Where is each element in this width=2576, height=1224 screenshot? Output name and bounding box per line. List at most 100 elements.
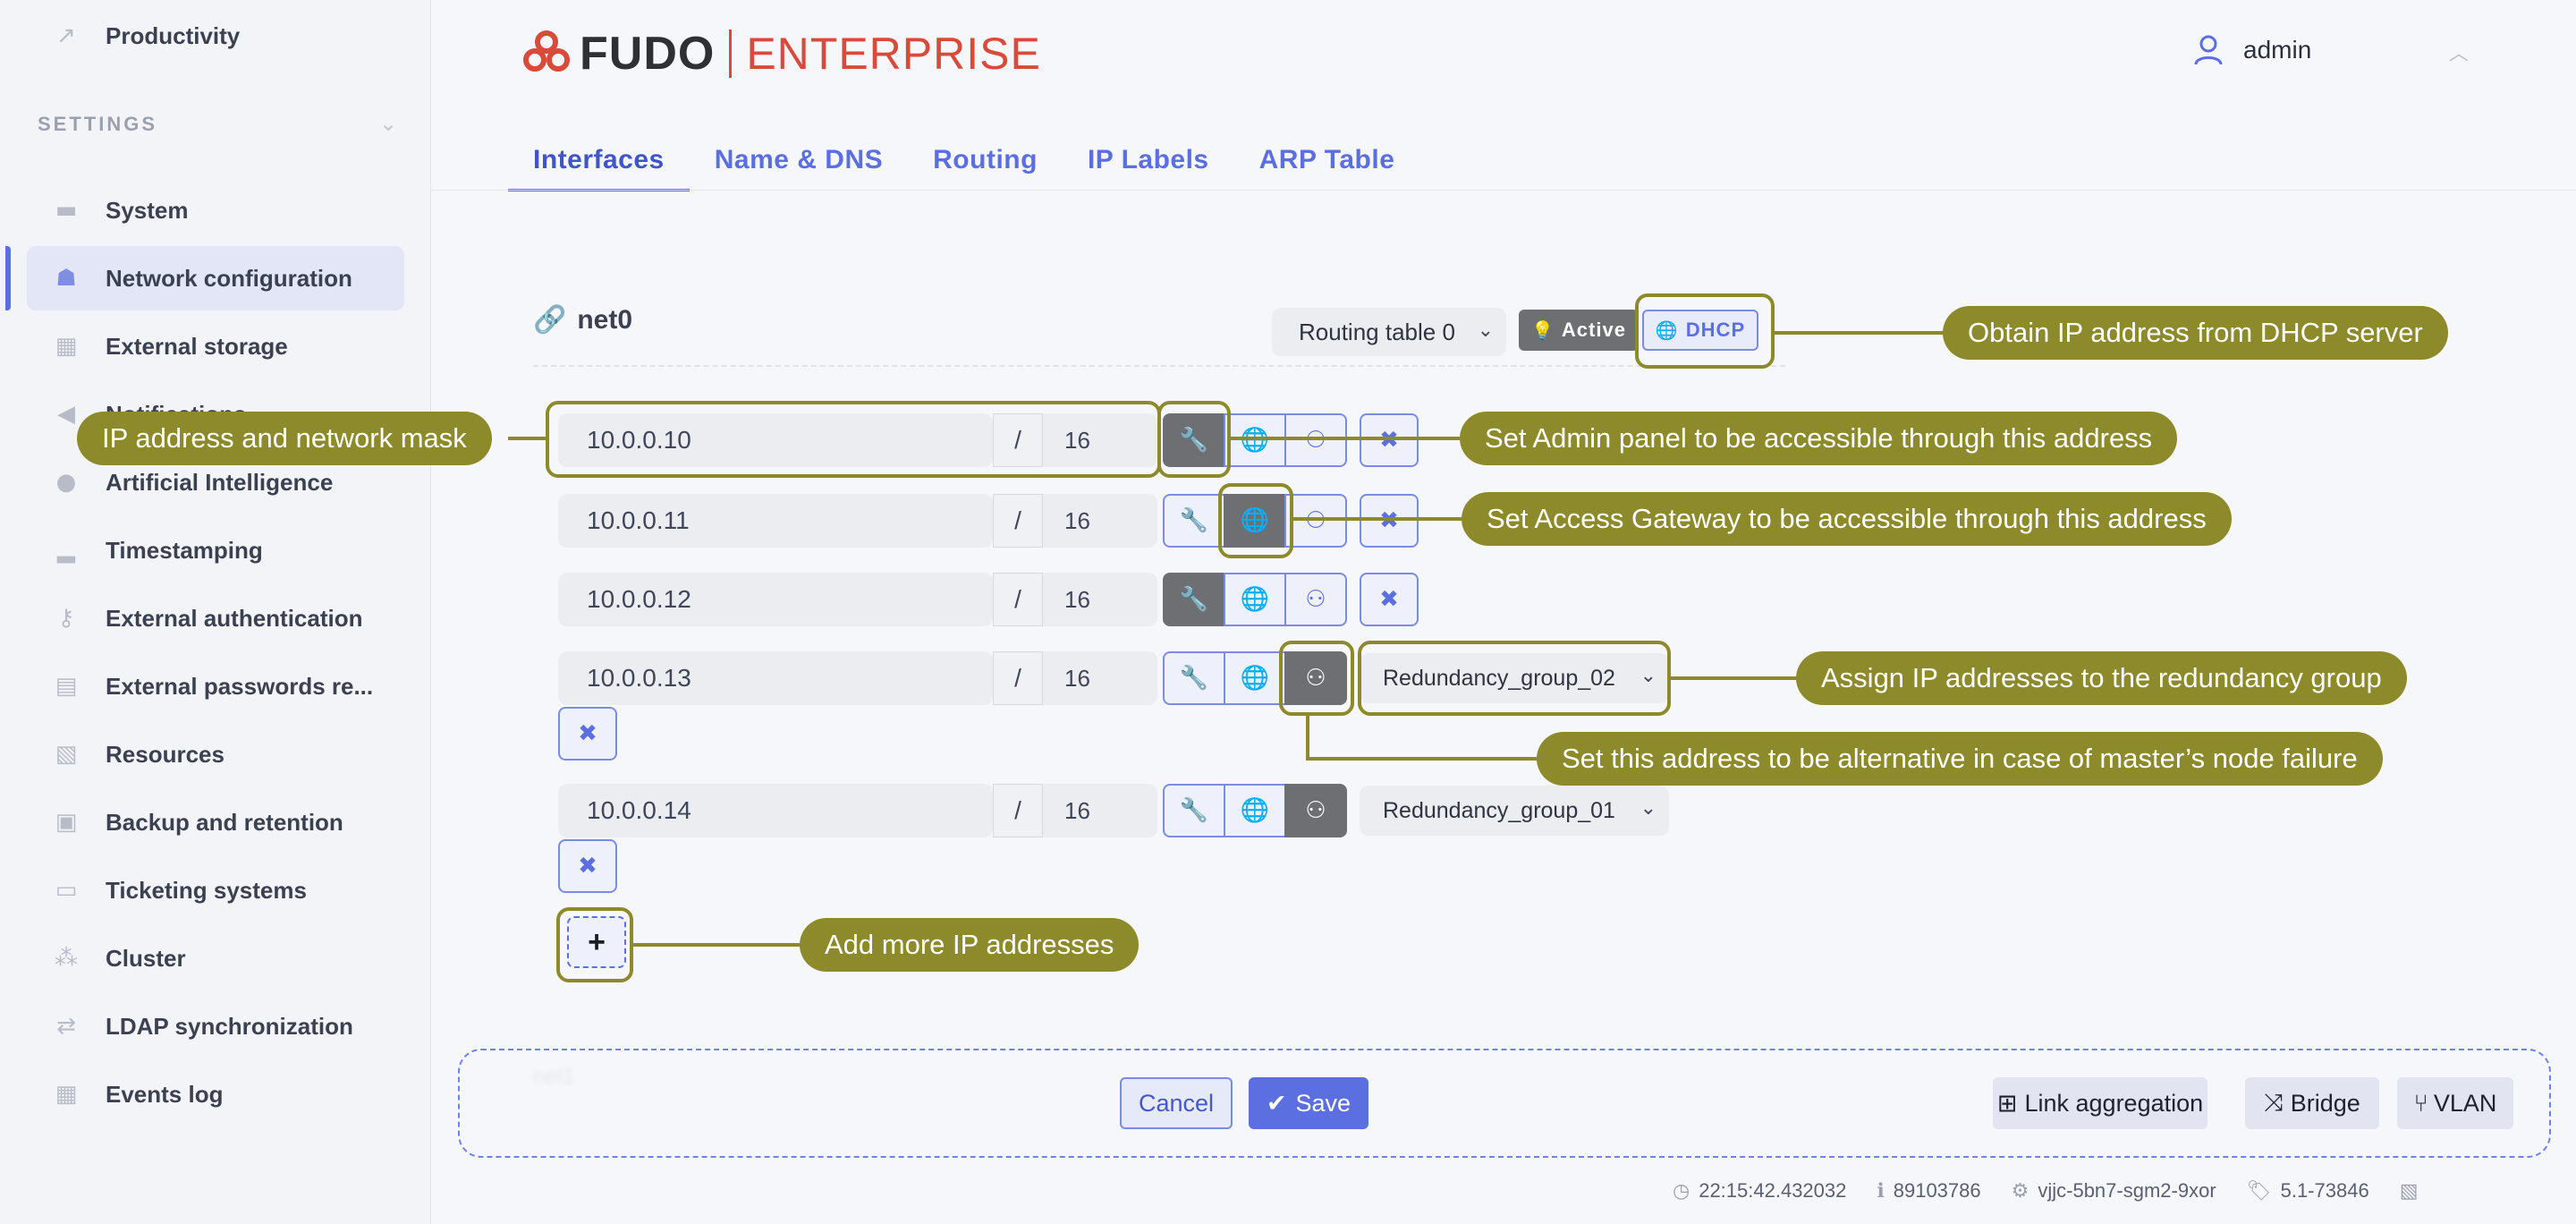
- delete-address-button[interactable]: ✖: [558, 839, 617, 893]
- tab-routing[interactable]: Routing: [908, 134, 1063, 191]
- sidebar-item-ticketing-systems[interactable]: ▭ Ticketing systems: [27, 858, 404, 922]
- ip-value: 10.0.0.12: [587, 585, 691, 613]
- ip-address-input[interactable]: 10.0.0.14: [558, 784, 993, 837]
- delete-address-button[interactable]: ✖: [558, 707, 617, 761]
- connector-line: [1306, 757, 1538, 761]
- sidebar-item-external-passwords[interactable]: ▤ External passwords re...: [27, 654, 404, 718]
- calendar-icon: ▦: [55, 1081, 78, 1108]
- sidebar-item-label: System: [106, 196, 189, 224]
- chevron-up-icon[interactable]: ︿: [2449, 38, 2469, 66]
- sidebar-item-label: Timestamping: [106, 536, 263, 564]
- ip-address-input[interactable]: 10.0.0.13: [558, 651, 993, 705]
- redundancy-toggle[interactable]: ⚇: [1284, 784, 1347, 837]
- fudo-logo[interactable]: FUDO ENTERPRISE: [521, 25, 1041, 82]
- netmask-input[interactable]: 16: [1043, 651, 1157, 705]
- connector-line: [633, 943, 801, 947]
- logo-brand-text: FUDO: [580, 28, 716, 80]
- info-icon: ℹ: [1877, 1179, 1885, 1203]
- access-gateway-toggle[interactable]: 🌐: [1224, 651, 1286, 705]
- sidebar-item-events-log[interactable]: ▦ Events log: [27, 1062, 404, 1126]
- group-highlight: [1358, 641, 1671, 716]
- cancel-button[interactable]: Cancel: [1120, 1077, 1233, 1129]
- netmask-input[interactable]: 16: [1043, 784, 1157, 837]
- callout-add: Add more IP addresses: [800, 918, 1140, 972]
- save-label: Save: [1295, 1089, 1352, 1117]
- delete-address-button[interactable]: ✖: [1360, 413, 1419, 467]
- logo-divider: [729, 30, 733, 78]
- sidebar-item-label: Resources: [106, 740, 225, 768]
- redundancy-toggle[interactable]: ⚇: [1284, 413, 1347, 467]
- redundancy-toggle[interactable]: ⚇: [1284, 494, 1347, 548]
- tab-ip-labels[interactable]: IP Labels: [1063, 134, 1234, 191]
- link-aggregation-button[interactable]: ⊞ Link aggregation: [1993, 1077, 2207, 1129]
- sidebar-item-network-configuration[interactable]: ☗ Network configuration: [5, 246, 404, 310]
- save-button[interactable]: ✔ Save: [1249, 1077, 1368, 1129]
- ip-address-input[interactable]: 10.0.0.11: [558, 494, 993, 548]
- access-gateway-toggle[interactable]: 🌐: [1224, 413, 1286, 467]
- logo-edition-text: ENTERPRISE: [746, 29, 1041, 79]
- sidebar-item-productivity[interactable]: ↗ Productivity: [27, 4, 404, 68]
- active-toggle[interactable]: 💡 Active: [1519, 310, 1639, 351]
- wrench-icon: 🔧: [1179, 665, 1209, 692]
- user-menu[interactable]: admin: [2193, 34, 2311, 66]
- admin-panel-toggle[interactable]: 🔧: [1163, 573, 1225, 626]
- dhcp-highlight: [1635, 293, 1775, 369]
- routing-table-select[interactable]: Routing table 0 ⌄: [1272, 308, 1506, 356]
- admin-panel-toggle[interactable]: 🔧: [1163, 784, 1225, 837]
- sidebar-item-label: Productivity: [106, 21, 241, 49]
- delete-address-button[interactable]: ✖: [1360, 573, 1419, 626]
- status-bar: ◷ 22:15:42.432032 ℹ 89103786 ⚙ vjjc-5bn7-sg…: [1673, 1179, 2457, 1203]
- plus-square-icon: ⊞: [1996, 1089, 2018, 1118]
- callout-alternative: Set this address to be alternative in ca…: [1537, 732, 2383, 786]
- sidebar-item-resources[interactable]: ▧ Resources: [27, 722, 404, 786]
- sidebar-item-system[interactable]: ▬ System: [27, 178, 404, 242]
- netmask-input[interactable]: 16: [1043, 573, 1157, 626]
- layout-icon[interactable]: ▧: [2400, 1180, 2428, 1203]
- image-icon: ▧: [55, 741, 78, 768]
- vlan-button[interactable]: ⑂ VLAN: [2397, 1077, 2513, 1129]
- archive-icon: ▣: [55, 809, 78, 836]
- redundancy-toggle[interactable]: ⚇: [1284, 573, 1347, 626]
- status-node: ⚙ vjjc-5bn7-sgm2-9xor: [2012, 1179, 2216, 1203]
- connector-line: [1775, 331, 1945, 335]
- ticket-icon: ▭: [55, 877, 78, 904]
- ip-address-input[interactable]: 10.0.0.12: [558, 573, 993, 626]
- netmask-input[interactable]: 16: [1043, 494, 1157, 548]
- shuffle-icon: ⤨: [2264, 1089, 2284, 1117]
- callout-ip-mask: IP address and network mask: [77, 412, 492, 465]
- tab-interfaces[interactable]: Interfaces: [508, 134, 690, 191]
- access-gateway-toggle[interactable]: 🌐: [1224, 784, 1286, 837]
- status-id: ℹ 89103786: [1877, 1179, 1980, 1203]
- access-gateway-toggle[interactable]: 🌐: [1224, 573, 1286, 626]
- redundancy-group-select[interactable]: Redundancy_group_01 ⌄: [1360, 786, 1669, 836]
- interface-header: 🔗 net0: [533, 304, 632, 336]
- fudo-logo-mark-icon: [523, 30, 570, 72]
- sidebar-item-timestamping[interactable]: ▂ Timestamping: [27, 518, 404, 582]
- key-icon: ⚷: [57, 605, 75, 632]
- tab-arp-table[interactable]: ARP Table: [1234, 134, 1420, 191]
- node-icon: ⚙: [2011, 1179, 2029, 1203]
- sidebar-item-external-authentication[interactable]: ⚷ External authentication: [27, 586, 404, 650]
- sync-icon: ⇄: [56, 1013, 76, 1040]
- admin-panel-toggle[interactable]: 🔧: [1163, 651, 1225, 705]
- callout-gateway: Set Access Gateway to be accessible thro…: [1462, 492, 2232, 546]
- bridge-label: Bridge: [2290, 1089, 2360, 1117]
- connector-line: [1306, 716, 1309, 759]
- chevron-down-icon: ⌄: [1640, 796, 1657, 819]
- sidebar-item-ldap-synchronization[interactable]: ⇄ LDAP synchronization: [27, 994, 404, 1058]
- link-icon: 🔗: [533, 304, 567, 336]
- chevron-down-icon[interactable]: ⌄: [379, 111, 397, 137]
- settings-section-header[interactable]: SETTINGS: [38, 113, 157, 136]
- delete-address-button[interactable]: ✖: [1360, 494, 1419, 548]
- admin-panel-toggle[interactable]: 🔧: [1163, 494, 1225, 548]
- sidebar-item-backup-and-retention[interactable]: ▣ Backup and retention: [27, 790, 404, 854]
- routing-table-value: Routing table 0: [1299, 318, 1455, 345]
- sidebar-item-label: External authentication: [106, 604, 363, 632]
- sidebar-item-cluster[interactable]: ⁂ Cluster: [27, 926, 404, 990]
- tab-name-dns[interactable]: Name & DNS: [690, 134, 908, 191]
- sidebar-item-external-storage[interactable]: ▦ External storage: [27, 314, 404, 378]
- bridge-button[interactable]: ⤨ Bridge: [2245, 1077, 2379, 1129]
- globe-icon: 🌐: [1240, 427, 1270, 454]
- globe-icon: 🌐: [1240, 586, 1270, 613]
- callout-group: Assign IP addresses to the redundancy gr…: [1796, 651, 2407, 705]
